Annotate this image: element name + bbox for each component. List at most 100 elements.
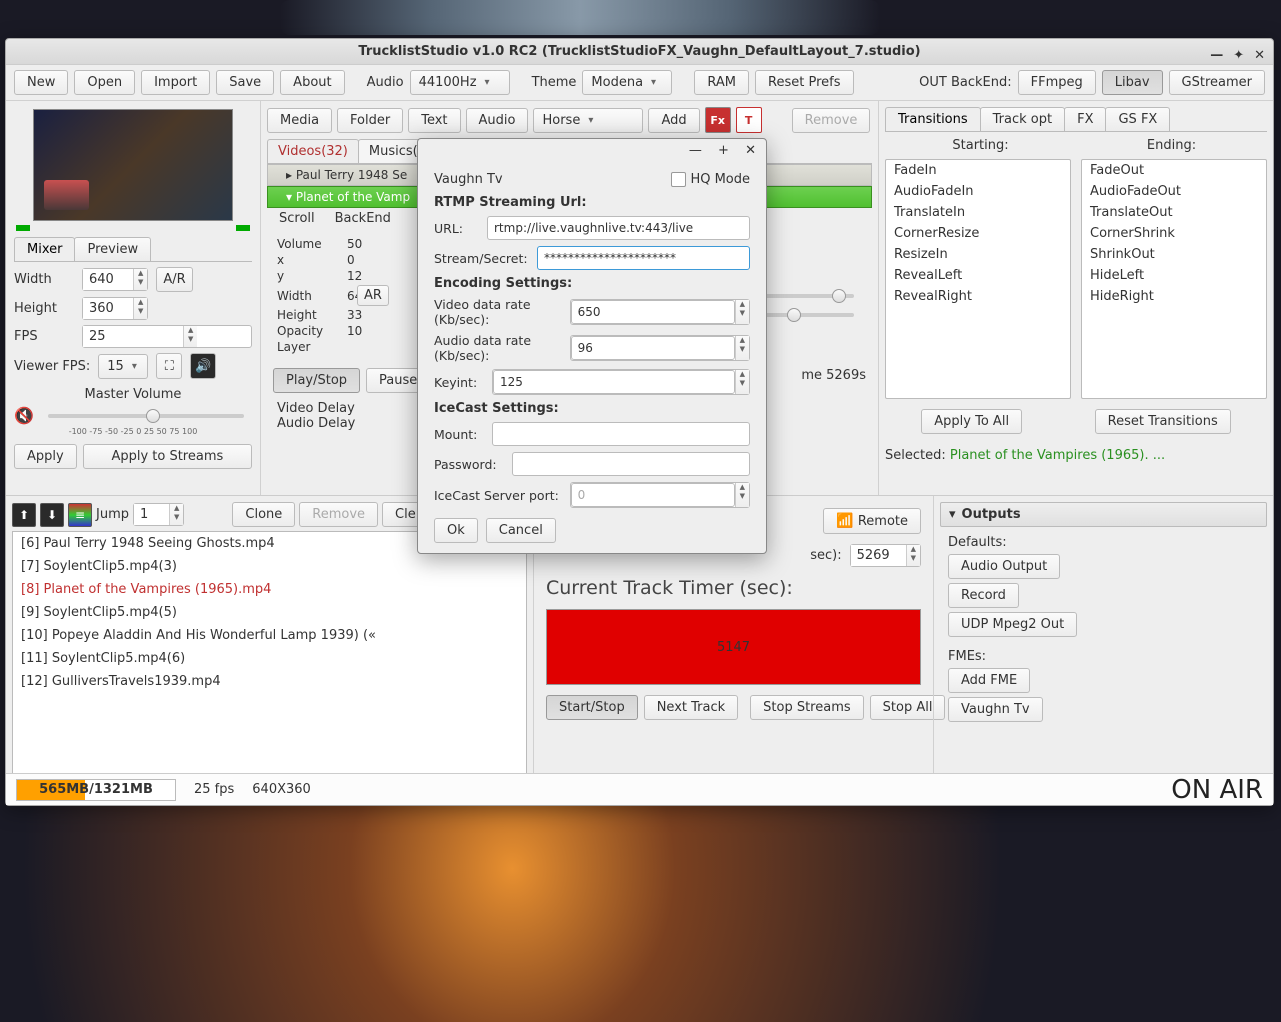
end-trans-item[interactable]: HideRight xyxy=(1082,286,1266,307)
ar-prop-button[interactable]: AR xyxy=(357,285,389,306)
start-trans-item[interactable]: ResizeIn xyxy=(886,244,1070,265)
add-folder-button[interactable]: Folder xyxy=(337,108,403,133)
playlist-item[interactable]: [10] Popeye Aladdin And His Wonderful La… xyxy=(13,624,526,647)
start-transitions-list[interactable]: FadeInAudioFadeInTranslateInCornerResize… xyxy=(885,159,1071,399)
end-trans-item[interactable]: TranslateOut xyxy=(1082,202,1266,223)
audio-rate-spinner[interactable]: ▲▼ xyxy=(570,335,750,361)
up-icon[interactable]: ⬆ xyxy=(12,503,36,527)
end-trans-item[interactable]: CornerShrink xyxy=(1082,223,1266,244)
viewer-fps-select[interactable]: 15 xyxy=(98,354,148,379)
dlg-minimize-icon[interactable]: — xyxy=(689,143,702,158)
audio-rate-select[interactable]: 44100Hz xyxy=(410,70,510,95)
trackopt-tab[interactable]: Track opt xyxy=(980,107,1065,131)
remote-button[interactable]: 📶 Remote xyxy=(823,508,921,534)
duration-spinner[interactable]: ▲▼ xyxy=(850,544,921,567)
theme-select[interactable]: Modena xyxy=(582,70,672,95)
play-stop-button[interactable]: Play/Stop xyxy=(273,368,360,393)
apply-button[interactable]: Apply xyxy=(14,444,77,469)
dlg-maximize-icon[interactable]: + xyxy=(718,143,729,158)
ffmpeg-button[interactable]: FFmpeg xyxy=(1018,70,1096,95)
pl-remove-button[interactable]: Remove xyxy=(299,502,378,527)
gsfx-tab[interactable]: GS FX xyxy=(1105,107,1170,131)
playlist-item[interactable]: [7] SoylentClip5.mp4(3) xyxy=(13,555,526,578)
url-input[interactable] xyxy=(487,216,750,240)
add-audio-button[interactable]: Audio xyxy=(466,108,529,133)
start-trans-item[interactable]: RevealLeft xyxy=(886,265,1070,286)
close-icon[interactable]: ✕ xyxy=(1254,43,1265,69)
scroll-tab[interactable]: Scroll xyxy=(279,211,315,226)
password-input[interactable] xyxy=(512,452,750,476)
start-trans-item[interactable]: AudioFadeIn xyxy=(886,181,1070,202)
about-button[interactable]: About xyxy=(280,70,344,95)
add-media-button[interactable]: Media xyxy=(267,108,332,133)
start-stop-button[interactable]: Start/Stop xyxy=(546,695,638,720)
hq-checkbox[interactable] xyxy=(671,172,686,187)
iceport-spinner[interactable]: ▲▼ xyxy=(570,482,750,508)
import-button[interactable]: Import xyxy=(141,70,210,95)
ram-button[interactable]: RAM xyxy=(694,70,749,95)
end-trans-item[interactable]: ShrinkOut xyxy=(1082,244,1266,265)
playlist-item[interactable]: [8] Planet of the Vampires (1965).mp4 xyxy=(13,578,526,601)
end-trans-item[interactable]: AudioFadeOut xyxy=(1082,181,1266,202)
down-icon[interactable]: ⬇ xyxy=(40,503,64,527)
record-button[interactable]: Record xyxy=(948,583,1019,608)
ar-button[interactable]: A/R xyxy=(156,267,192,292)
add-fme-button[interactable]: Add FME xyxy=(948,668,1030,693)
start-trans-item[interactable]: RevealRight xyxy=(886,286,1070,307)
speaker-icon[interactable]: 🔊 xyxy=(190,353,216,379)
remove-button[interactable]: Remove xyxy=(792,108,871,133)
maximize-icon[interactable]: ✦ xyxy=(1233,43,1244,69)
dlg-close-icon[interactable]: ✕ xyxy=(745,143,756,158)
clone-button[interactable]: Clone xyxy=(232,502,295,527)
animal-select[interactable]: Horse xyxy=(533,108,643,133)
stop-streams-button[interactable]: Stop Streams xyxy=(750,695,864,720)
width-spinner[interactable]: ▲▼ xyxy=(82,268,148,291)
reset-prefs-button[interactable]: Reset Prefs xyxy=(755,70,853,95)
playlist[interactable]: [6] Paul Terry 1948 Seeing Ghosts.mp4[7]… xyxy=(12,531,527,779)
fullscreen-icon[interactable]: ⛶ xyxy=(156,353,182,379)
mount-input[interactable] xyxy=(492,422,750,446)
effect1-icon[interactable]: Fx xyxy=(705,107,731,133)
apply-streams-button[interactable]: Apply to Streams xyxy=(83,444,252,469)
videos-tab[interactable]: Videos(32) xyxy=(267,139,359,163)
apply-all-button[interactable]: Apply To All xyxy=(921,409,1022,434)
next-track-button[interactable]: Next Track xyxy=(644,695,738,720)
playlist-item[interactable]: [12] GulliversTravels1939.mp4 xyxy=(13,670,526,693)
transitions-tab[interactable]: Transitions xyxy=(885,107,981,131)
outputs-title[interactable]: ▾Outputs xyxy=(940,502,1267,527)
minimize-icon[interactable]: — xyxy=(1210,43,1223,69)
playlist-item[interactable]: [11] SoylentClip5.mp4(6) xyxy=(13,647,526,670)
keyint-spinner[interactable]: ▲▼ xyxy=(492,369,750,395)
stream-secret-input[interactable] xyxy=(537,246,750,270)
tab-preview[interactable]: Preview xyxy=(74,237,151,261)
open-button[interactable]: Open xyxy=(74,70,135,95)
master-volume-slider[interactable] xyxy=(48,414,244,418)
end-transitions-list[interactable]: FadeOutAudioFadeOutTranslateOutCornerShr… xyxy=(1081,159,1267,399)
vaughn-tv-button[interactable]: Vaughn Tv xyxy=(948,697,1043,722)
playlist-item[interactable]: [9] SoylentClip5.mp4(5) xyxy=(13,601,526,624)
ok-button[interactable]: Ok xyxy=(434,518,478,543)
end-trans-item[interactable]: HideLeft xyxy=(1082,265,1266,286)
cancel-button[interactable]: Cancel xyxy=(486,518,556,543)
fps-spinner[interactable]: ▲▼ xyxy=(82,325,252,348)
jump-spinner[interactable]: ▲▼ xyxy=(133,503,184,526)
tab-mixer[interactable]: Mixer xyxy=(14,237,75,261)
height-spinner[interactable]: ▲▼ xyxy=(82,297,148,320)
start-trans-item[interactable]: FadeIn xyxy=(886,160,1070,181)
list-icon[interactable]: ≡ xyxy=(68,503,92,527)
video-rate-spinner[interactable]: ▲▼ xyxy=(570,299,750,325)
effect2-icon[interactable]: T xyxy=(736,107,762,133)
new-button[interactable]: New xyxy=(14,70,68,95)
fx-tab[interactable]: FX xyxy=(1064,107,1106,131)
gstreamer-button[interactable]: GStreamer xyxy=(1169,70,1265,95)
libav-button[interactable]: Libav xyxy=(1102,70,1163,95)
end-trans-item[interactable]: FadeOut xyxy=(1082,160,1266,181)
audio-output-button[interactable]: Audio Output xyxy=(948,554,1060,579)
start-trans-item[interactable]: TranslateIn xyxy=(886,202,1070,223)
add-text-button[interactable]: Text xyxy=(408,108,460,133)
reset-transitions-button[interactable]: Reset Transitions xyxy=(1095,409,1231,434)
udp-mpeg2-button[interactable]: UDP Mpeg2 Out xyxy=(948,612,1077,637)
backend-tab[interactable]: BackEnd xyxy=(335,211,391,226)
add-button[interactable]: Add xyxy=(648,108,699,133)
save-button[interactable]: Save xyxy=(216,70,274,95)
